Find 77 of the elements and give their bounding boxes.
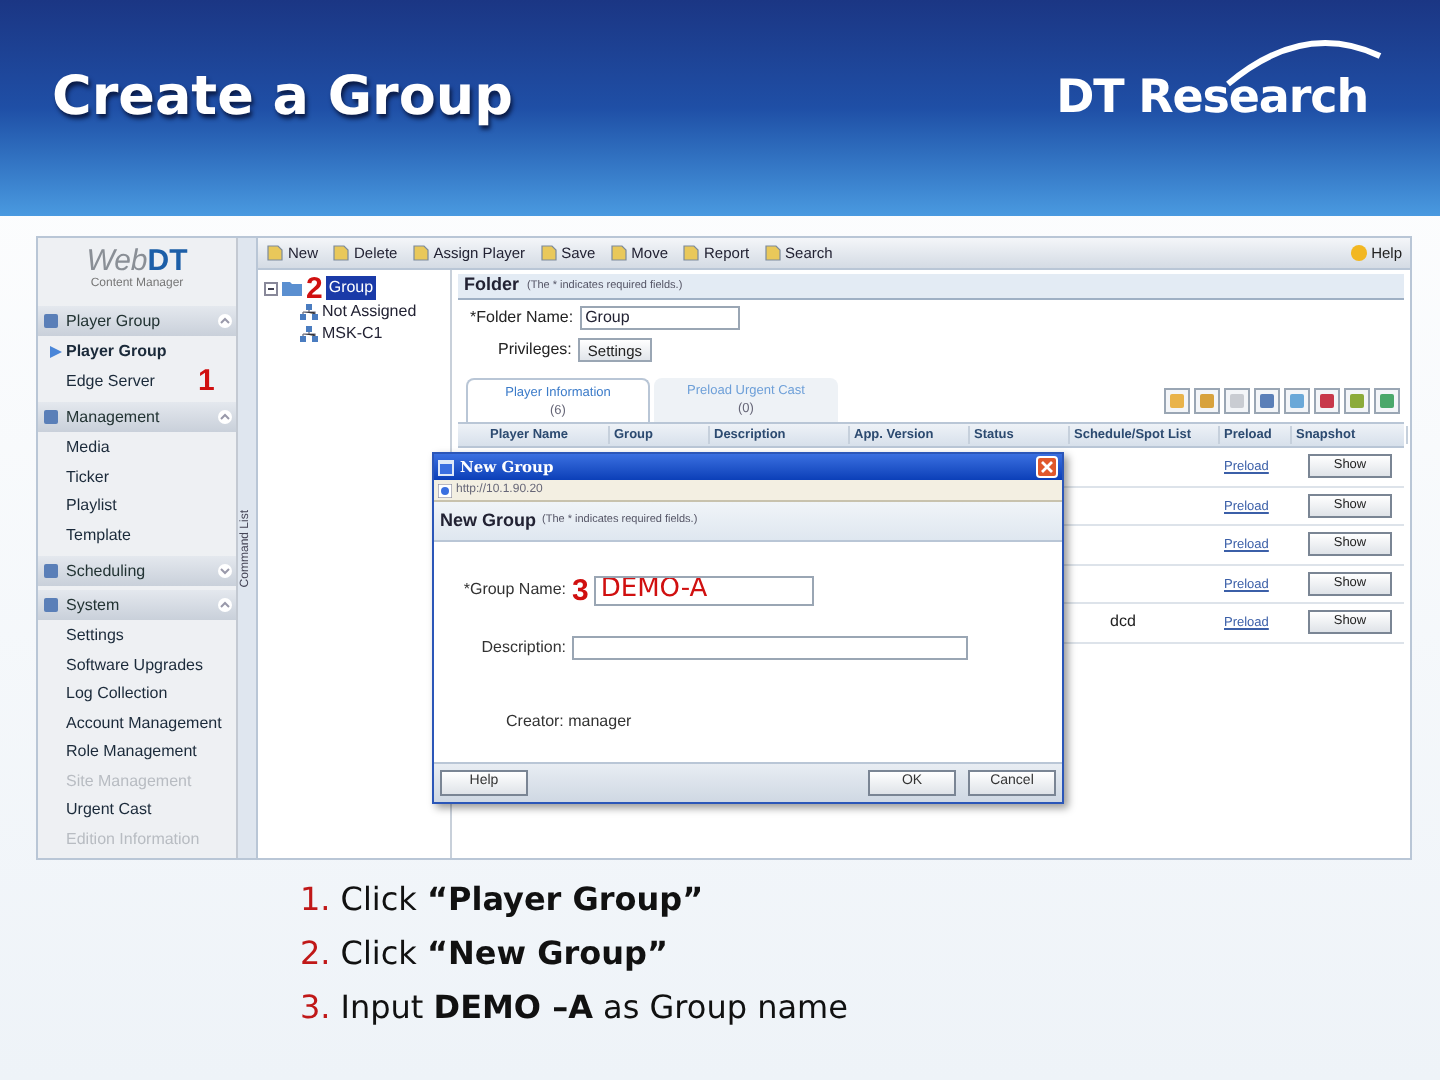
tree-node[interactable]: MSK-C1 bbox=[322, 321, 383, 345]
page-icon bbox=[539, 244, 558, 262]
step-marker: 1 bbox=[198, 366, 215, 396]
tool-button[interactable] bbox=[1224, 388, 1250, 414]
step-text: Input DEMO –A as Group name bbox=[340, 986, 848, 1030]
panel-title: Folder bbox=[464, 272, 520, 299]
sidebar-item[interactable]: Settings bbox=[38, 622, 128, 651]
sidebar-section[interactable]: System bbox=[38, 590, 236, 620]
sidebar-section[interactable]: Scheduling bbox=[38, 556, 236, 586]
sidebar-section[interactable]: Player Group bbox=[38, 306, 236, 336]
step-text: Click “New Group” bbox=[340, 932, 668, 976]
tool-button[interactable] bbox=[1314, 388, 1340, 414]
sidebar-item[interactable]: Ticker bbox=[38, 463, 113, 492]
page-icon bbox=[411, 244, 430, 262]
app-logo: WebDT bbox=[86, 246, 188, 276]
sidebar-item[interactable]: Account Management bbox=[38, 709, 226, 738]
table-cell: dcd bbox=[1110, 612, 1136, 631]
square-icon bbox=[1290, 394, 1304, 408]
creator-text: Creator: manager bbox=[506, 710, 632, 734]
page-icon bbox=[332, 244, 351, 262]
page-icon bbox=[682, 244, 701, 262]
square-icon bbox=[1230, 394, 1244, 408]
section-icon bbox=[42, 312, 60, 330]
step-marker: 2 bbox=[306, 273, 323, 303]
tool-button[interactable] bbox=[1194, 388, 1220, 414]
slide-title: Create a Group bbox=[52, 63, 513, 132]
field-label: Description: bbox=[479, 636, 566, 660]
help-icon bbox=[1349, 244, 1368, 262]
square-icon bbox=[1350, 394, 1364, 408]
step-number: 2. bbox=[300, 932, 331, 976]
sidebar-item[interactable]: Edge Server bbox=[38, 367, 159, 396]
dialog-heading: New Group bbox=[440, 507, 537, 534]
sidebar-item[interactable]: Role Management bbox=[38, 738, 201, 767]
tool-button[interactable] bbox=[1254, 388, 1280, 414]
section-icon bbox=[42, 408, 60, 426]
step-number: 1. bbox=[300, 878, 331, 922]
sidebar-item[interactable]: Player Group bbox=[38, 338, 171, 367]
close-button[interactable] bbox=[1036, 456, 1058, 478]
network-icon bbox=[300, 325, 318, 341]
page-icon bbox=[763, 244, 782, 262]
page-icon bbox=[609, 244, 628, 262]
sidebar-item[interactable]: Playlist bbox=[38, 492, 121, 521]
window-icon bbox=[438, 459, 454, 475]
folder-icon bbox=[282, 280, 302, 296]
page-icon bbox=[266, 244, 284, 262]
tool-button[interactable] bbox=[1374, 388, 1400, 414]
sidebar-item[interactable]: Urgent Cast bbox=[38, 796, 156, 825]
tree-node[interactable]: Not Assigned bbox=[322, 299, 417, 323]
field-label: *Folder Name: bbox=[470, 305, 574, 329]
pointer-icon bbox=[50, 346, 62, 359]
sidebar-item[interactable]: Software Upgrades bbox=[38, 651, 207, 680]
sidebar-item[interactable]: Media bbox=[38, 434, 114, 463]
step-text: Click “Player Group” bbox=[340, 878, 704, 922]
square-icon bbox=[1320, 394, 1334, 408]
tool-button[interactable] bbox=[1344, 388, 1370, 414]
page-icon bbox=[438, 483, 452, 497]
folder-name-field[interactable]: Group bbox=[579, 305, 740, 329]
tool-button[interactable] bbox=[1164, 388, 1190, 414]
network-icon bbox=[300, 303, 318, 319]
square-icon bbox=[1260, 394, 1274, 408]
field-label: *Group Name: bbox=[461, 578, 566, 602]
tree-node[interactable]: Group bbox=[326, 276, 376, 300]
close-icon bbox=[1040, 460, 1054, 474]
square-icon bbox=[1200, 394, 1214, 408]
sidebar-item[interactable]: Template bbox=[38, 521, 135, 550]
sidebar-item[interactable]: Log Collection bbox=[38, 680, 172, 709]
step-number: 3. bbox=[300, 986, 331, 1030]
square-icon bbox=[1380, 394, 1394, 408]
group-name-field[interactable]: DEMO-A bbox=[594, 575, 815, 605]
sidebar-section[interactable]: Management bbox=[38, 402, 236, 432]
description-field[interactable] bbox=[572, 636, 968, 660]
collapse-box-icon bbox=[264, 281, 278, 295]
field-label: Privileges: bbox=[498, 337, 572, 361]
step-marker: 3 bbox=[572, 575, 589, 605]
brand-name: DT Research bbox=[1056, 71, 1368, 124]
tool-button[interactable] bbox=[1284, 388, 1310, 414]
square-icon bbox=[1170, 394, 1184, 408]
